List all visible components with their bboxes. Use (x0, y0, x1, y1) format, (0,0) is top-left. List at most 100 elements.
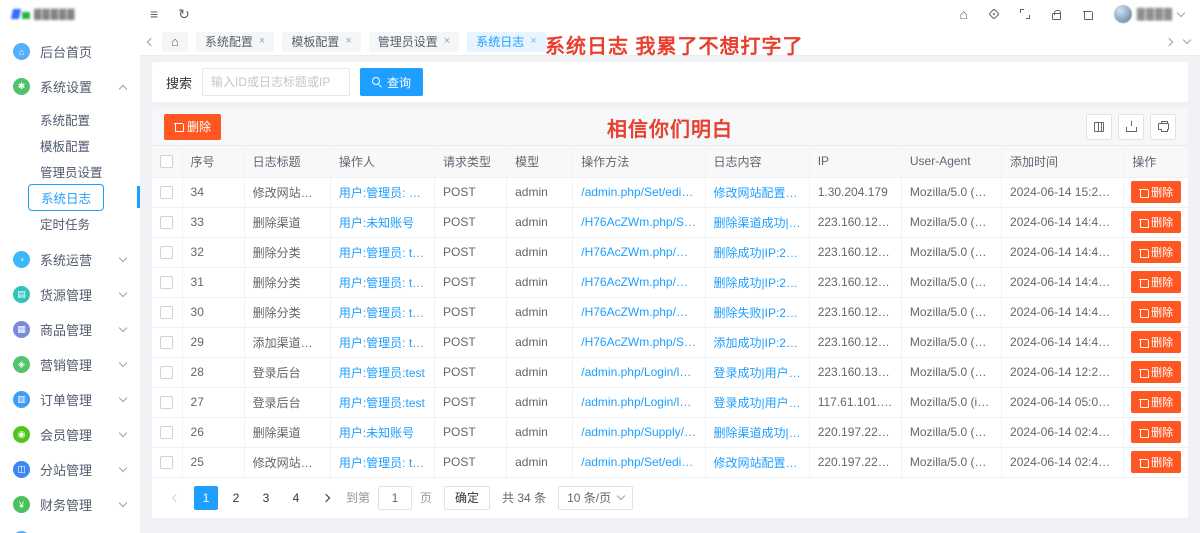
gear-icon: ✱ (13, 78, 30, 95)
column-header: 请求类型 (434, 146, 508, 178)
next-page-button[interactable] (314, 486, 338, 510)
tabs-scroll-left-icon[interactable] (146, 37, 156, 46)
page-button[interactable]: 1 (194, 485, 218, 510)
sidebar-item[interactable]: ¥ 财务管理 (0, 487, 140, 522)
row-select-cell (152, 207, 183, 238)
tabs-scroll-right-icon[interactable] (1164, 37, 1174, 46)
page-jump-input[interactable] (378, 485, 413, 510)
row-checkbox[interactable] (160, 186, 174, 200)
cell: 34 (182, 177, 245, 208)
tabbar: ⌂ 系统配置 × 模板配置 × 管理员设置 × 系统日志 × 系统日志 我累了不想打字了 (140, 28, 1200, 58)
row-checkbox[interactable] (160, 366, 174, 380)
row-checkbox[interactable] (160, 216, 174, 230)
query-button[interactable]: 查询 (360, 68, 424, 96)
menu-collapse-icon[interactable]: ≡ (150, 7, 158, 21)
row-delete-button[interactable]: 删除 (1131, 271, 1182, 293)
select-all-checkbox[interactable] (160, 155, 174, 169)
sidebar-item[interactable]: ▣图库中心 (0, 522, 140, 533)
sidebar-item-label: 营销管理 (40, 358, 93, 373)
row-checkbox[interactable] (160, 456, 174, 470)
tab-home[interactable]: ⌂ (162, 31, 188, 52)
row-delete-label: 删除 (1151, 397, 1174, 409)
export-button[interactable] (1118, 113, 1144, 140)
sidebar-item[interactable]: ▤ 货源管理 (0, 277, 140, 312)
sidebar-subitem-label: 定时任务 (40, 217, 91, 232)
cell: 删除分类 (244, 267, 331, 298)
row-delete-button[interactable]: 删除 (1131, 301, 1182, 323)
page-button[interactable]: 2 (224, 486, 248, 510)
fullscreen-icon[interactable] (1019, 9, 1030, 19)
tag-icon[interactable] (988, 8, 1000, 20)
sidebar-item[interactable]: ◉ 会员管理 (0, 417, 140, 452)
tab-label: 系统日志 (476, 35, 525, 49)
tab-系统配置[interactable]: 系统配置 × (195, 31, 275, 52)
row-delete-label: 删除 (1151, 217, 1174, 229)
chevron-down-icon (118, 323, 128, 333)
user-menu[interactable]: ▓▓▓▓ (1113, 5, 1186, 23)
sidebar-item-label: 商品管理 (40, 323, 93, 338)
refresh-icon[interactable]: ↻ (178, 7, 190, 21)
row-delete-button[interactable]: 删除 (1131, 361, 1182, 383)
row-delete-button[interactable]: 删除 (1131, 241, 1182, 263)
lock-icon[interactable] (1051, 9, 1061, 20)
sidebar-subitem[interactable]: 模板配置 (0, 132, 140, 158)
cell: 117.61.101.20... (809, 387, 902, 418)
cell: Mozilla/5.0 (Windo... (901, 327, 1003, 358)
sidebar-item[interactable]: ◈ 营销管理 (0, 347, 140, 382)
cell: 2024-06-14 02:46:26 (1001, 447, 1125, 478)
search-input[interactable] (202, 68, 351, 96)
close-icon[interactable]: × (444, 36, 450, 47)
sidebar-item[interactable]: ✱ 系统设置 (0, 69, 140, 104)
sidebar-subitem[interactable]: 定时任务 (0, 210, 140, 236)
jump-confirm-button[interactable]: 确定 (444, 485, 491, 510)
sidebar-item[interactable]: ⌂ 后台首页 (0, 34, 140, 69)
row-delete-button[interactable]: 删除 (1131, 451, 1182, 473)
row-checkbox[interactable] (160, 336, 174, 350)
row-delete-button[interactable]: 删除 (1131, 181, 1182, 203)
cell: 用户:管理员: te... (330, 237, 436, 268)
avatar (1113, 5, 1132, 23)
prev-page-button[interactable] (164, 486, 188, 510)
row-delete-button[interactable]: 删除 (1131, 421, 1182, 443)
row-checkbox[interactable] (160, 306, 174, 320)
print-icon (1157, 121, 1169, 132)
cell: 删除分类 (244, 237, 331, 268)
sidebar-item[interactable]: ▦ 商品管理 (0, 312, 140, 347)
row-delete-button[interactable]: 删除 (1131, 331, 1182, 353)
tab-系统日志[interactable]: 系统日志 × (467, 31, 546, 52)
row-actions-cell: 删除 (1123, 387, 1188, 418)
cell: 29 (182, 327, 245, 358)
row-checkbox[interactable] (160, 426, 174, 440)
close-icon[interactable]: × (345, 36, 351, 47)
row-checkbox[interactable] (160, 246, 174, 260)
row-checkbox[interactable] (160, 276, 174, 290)
row-delete-button[interactable]: 删除 (1131, 391, 1182, 413)
sidebar-item[interactable]: ▥ 订单管理 (0, 382, 140, 417)
tab-管理员设置[interactable]: 管理员设置 × (368, 31, 460, 52)
filter-columns-button[interactable] (1086, 113, 1112, 140)
cell: POST (434, 297, 508, 328)
print-button[interactable] (1150, 113, 1176, 140)
row-delete-button[interactable]: 删除 (1131, 211, 1182, 233)
home-icon[interactable]: ⌂ (959, 6, 967, 22)
tab-模板配置[interactable]: 模板配置 × (282, 31, 361, 52)
tabs-menu-icon[interactable] (1182, 35, 1192, 45)
sidebar-subitem[interactable]: 系统配置 (0, 106, 140, 132)
table-row: 32 删除分类 用户:管理员: te... POST admin/H76AcZWm.ph… (152, 237, 1188, 268)
sidebar-item[interactable]: ◫ 分站管理 (0, 452, 140, 487)
close-icon[interactable]: × (259, 36, 265, 47)
sidebar-subitem[interactable]: 管理员设置 (0, 158, 140, 184)
close-icon[interactable]: × (530, 36, 536, 47)
sidebar-item[interactable]: ◔ 系统运营 (0, 242, 140, 277)
export-icon (1125, 121, 1137, 132)
chevron-down-icon (118, 498, 128, 508)
sidebar-subitem[interactable]: 系统日志 (0, 183, 140, 211)
row-delete-label: 删除 (1151, 427, 1174, 439)
page-size-select[interactable]: 10 条/页 (558, 485, 634, 510)
page-button[interactable]: 4 (284, 486, 308, 510)
row-checkbox[interactable] (160, 396, 174, 410)
clear-cache-icon[interactable] (1082, 10, 1093, 20)
row-actions-cell: 删除 (1123, 297, 1188, 328)
batch-delete-button[interactable]: 删除 (164, 113, 222, 140)
page-button[interactable]: 3 (254, 486, 278, 510)
